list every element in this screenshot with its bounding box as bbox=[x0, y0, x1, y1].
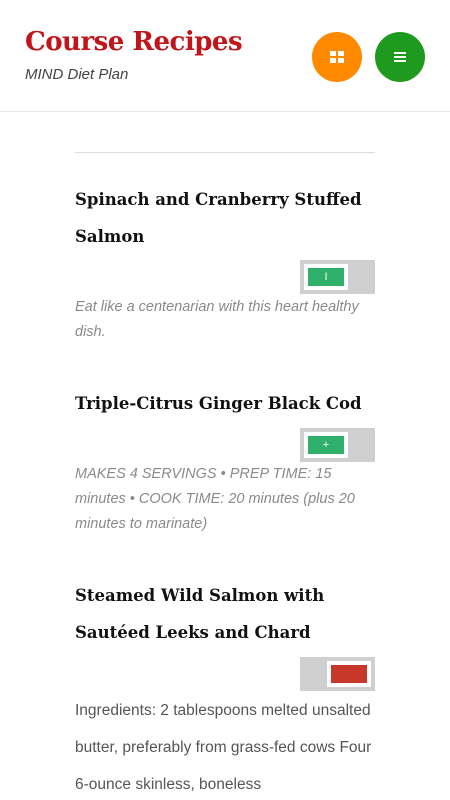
recipe-title-3[interactable]: Steamed Wild Salmon with Sautéed Leeks a… bbox=[75, 577, 375, 651]
grid-icon bbox=[330, 51, 344, 63]
menu-button[interactable] bbox=[375, 32, 425, 82]
toggle-knob: + bbox=[304, 432, 348, 458]
toggle-indicator: + bbox=[308, 436, 344, 454]
recipe-toggle-2[interactable]: + bbox=[300, 428, 375, 462]
site-title[interactable]: Course Recipes bbox=[25, 27, 243, 57]
content-divider bbox=[75, 152, 375, 153]
recipe-description-3: Ingredients: 2 tablespoons melted unsalt… bbox=[75, 702, 372, 793]
toggle-knob bbox=[327, 661, 371, 687]
recipe-title-1[interactable]: Spinach and Cranberry Stuffed Salmon bbox=[75, 181, 375, 255]
recipe-description-1: Eat like a centenarian with this heart h… bbox=[75, 299, 359, 340]
toggle-knob: I bbox=[304, 264, 348, 290]
recipe-toggle-1[interactable]: I bbox=[300, 260, 375, 294]
recipe-title-2[interactable]: Triple-Citrus Ginger Black Cod bbox=[75, 385, 375, 422]
site-subtitle: MIND Diet Plan bbox=[25, 66, 129, 83]
recipe-description-2: MAKES 4 SERVINGS • PREP TIME: 15 minutes… bbox=[75, 466, 355, 532]
toggle-indicator: I bbox=[308, 268, 344, 286]
toggle-indicator bbox=[331, 665, 367, 683]
recipe-toggle-3[interactable] bbox=[300, 657, 375, 691]
hamburger-menu-icon bbox=[394, 52, 406, 62]
site-header: Course Recipes MIND Diet Plan bbox=[0, 0, 450, 112]
grid-view-button[interactable] bbox=[312, 32, 362, 82]
